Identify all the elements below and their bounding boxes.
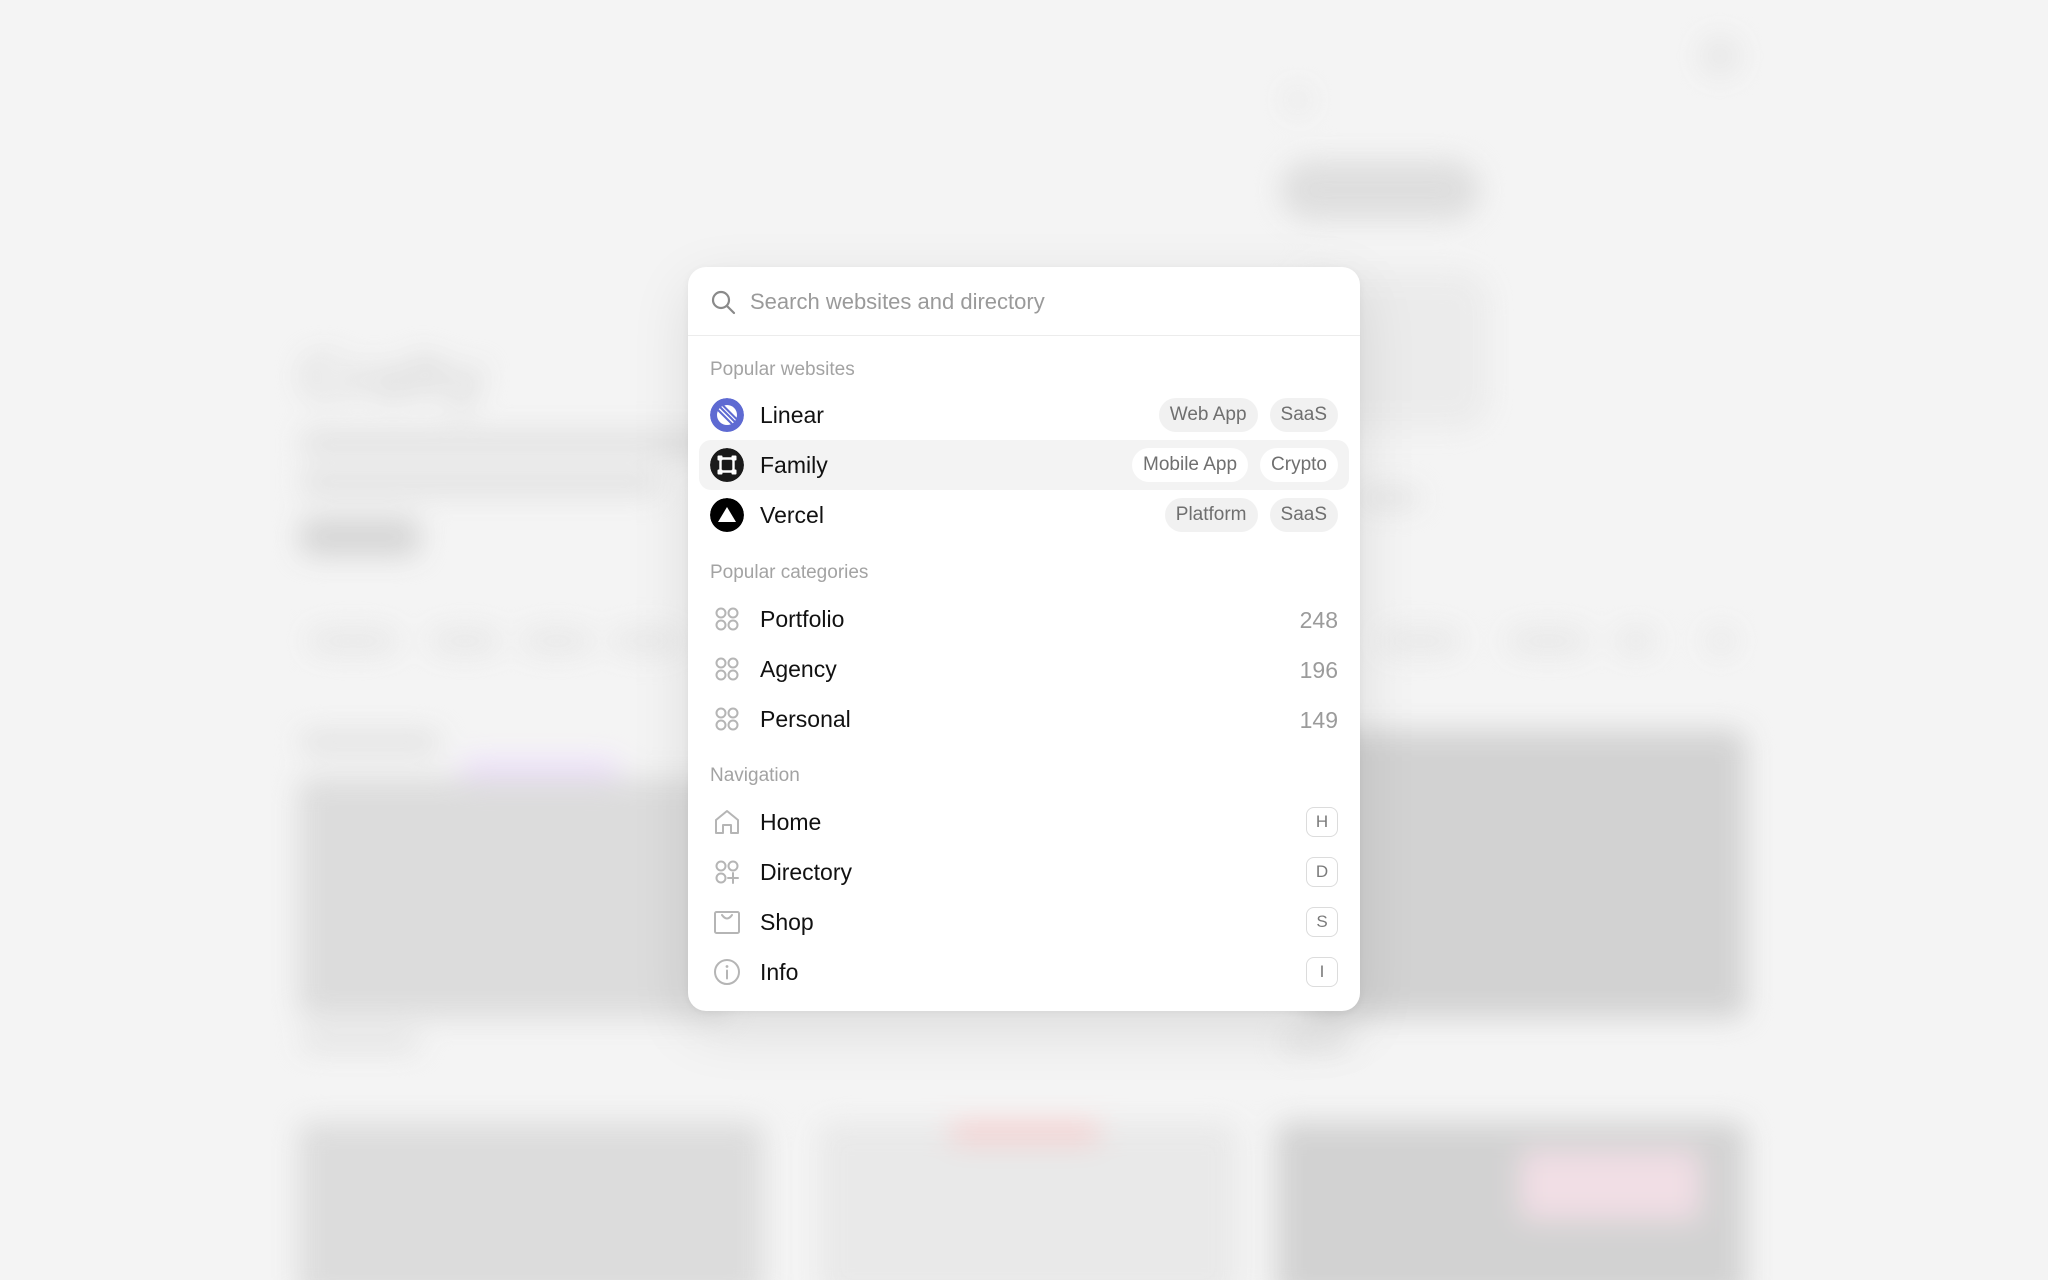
home-icon [710, 805, 744, 839]
website-row-vercel[interactable]: Vercel Platform SaaS [699, 490, 1349, 540]
section-label-navigation: Navigation [710, 765, 800, 786]
background-card-title [300, 732, 440, 752]
category-name: Personal [760, 706, 851, 732]
nav-name: Info [760, 959, 799, 985]
tag: SaaS [1269, 398, 1338, 432]
search-input[interactable] [748, 281, 1342, 323]
keyboard-shortcut: D [1306, 857, 1338, 887]
background-filter-pill [1616, 628, 1656, 654]
keyboard-shortcut: H [1306, 807, 1338, 837]
grid-dots-icon [710, 602, 744, 636]
tag-group: Platform SaaS [1164, 498, 1338, 532]
linear-logo-icon [710, 398, 744, 432]
nav-row-home[interactable]: Home H [699, 797, 1349, 847]
tag: Crypto [1260, 448, 1338, 482]
background-filter-pill [430, 628, 500, 654]
website-name: Family [760, 452, 828, 478]
tag-group: Mobile App Crypto [1132, 448, 1338, 482]
tag: Web App [1158, 398, 1258, 432]
category-count: 196 [1299, 657, 1338, 683]
nav-row-info[interactable]: Info I [699, 947, 1349, 997]
tag: SaaS [1269, 498, 1338, 532]
background-card [298, 778, 728, 1018]
background-filter-pill [1508, 628, 1588, 654]
nav-name: Home [760, 809, 822, 835]
background-dot [1286, 88, 1310, 112]
tag: Platform [1164, 498, 1258, 532]
command-palette: Popular websites Linear Web App SaaS [688, 267, 1360, 1011]
background-accent-tag [950, 1124, 1100, 1140]
website-name: Vercel [760, 502, 824, 528]
background-avatar [1700, 36, 1740, 76]
family-logo-icon [710, 448, 744, 482]
section-label-popular-categories: Popular categories [710, 562, 869, 583]
website-row-linear[interactable]: Linear Web App SaaS [699, 390, 1349, 440]
category-name: Agency [760, 656, 837, 682]
section-label-popular-websites: Popular websites [710, 359, 855, 380]
tag-group: Web App SaaS [1158, 398, 1338, 432]
nav-name: Directory [760, 859, 853, 885]
background-text-line [1360, 490, 1420, 506]
website-row-family[interactable]: Family Mobile App Crypto [699, 440, 1349, 490]
background-filter-pill [1706, 628, 1736, 654]
background-card-caption [1280, 1034, 1350, 1050]
background-filter-pill [522, 628, 592, 654]
category-name: Portfolio [760, 606, 845, 632]
background-button [300, 518, 420, 556]
directory-icon [710, 855, 744, 889]
background-filter-pill [612, 628, 682, 654]
keyboard-shortcut: I [1306, 957, 1338, 987]
grid-dots-icon [710, 702, 744, 736]
background-text-line [300, 432, 720, 454]
info-icon [710, 955, 744, 989]
nav-row-directory[interactable]: Directory D [699, 847, 1349, 897]
grid-dots-icon [710, 652, 744, 686]
category-count: 248 [1299, 607, 1338, 633]
category-row-agency[interactable]: Agency 196 [699, 644, 1349, 694]
background-hero-shape [1280, 160, 1480, 220]
keyboard-shortcut: S [1306, 907, 1338, 937]
background-filter-pill [308, 628, 398, 654]
vercel-logo-icon [710, 498, 744, 532]
tag: Mobile App [1132, 448, 1249, 482]
search-icon [711, 290, 736, 315]
page: Crafty Search websites and directory Pop… [0, 0, 2048, 1280]
background-title: Crafty [300, 341, 485, 413]
category-count: 149 [1299, 707, 1338, 733]
background-card [818, 1122, 1238, 1280]
category-row-personal[interactable]: Personal 149 [699, 694, 1349, 744]
search-bar [688, 267, 1360, 336]
nav-row-shop[interactable]: Shop S [699, 897, 1349, 947]
category-row-portfolio[interactable]: Portfolio 248 [699, 594, 1349, 644]
background-card [298, 1122, 764, 1280]
shop-icon [710, 905, 744, 939]
nav-name: Shop [760, 909, 814, 935]
background-accent-tag [460, 760, 620, 776]
background-card-caption [300, 1034, 420, 1050]
background-accent-shape [1520, 1150, 1700, 1220]
background-filter-pill [1380, 628, 1460, 654]
background-card [1306, 730, 1746, 1018]
background-text-line [300, 472, 660, 494]
website-name: Linear [760, 402, 824, 428]
